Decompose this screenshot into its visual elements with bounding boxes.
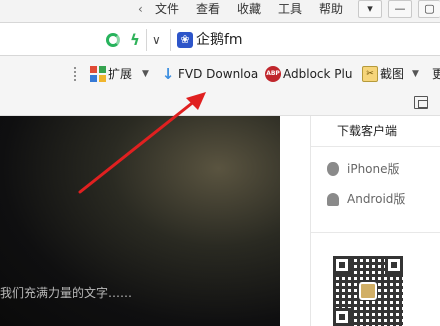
toolbar-grip[interactable] (73, 66, 77, 82)
sidebar-toggle-icon[interactable] (414, 96, 428, 109)
maximize-button[interactable]: ▢ (418, 0, 440, 18)
separator (170, 29, 171, 51)
lightning-icon[interactable]: ϟ (128, 33, 142, 48)
secondary-toolbar (0, 92, 440, 116)
divider (311, 146, 440, 147)
qr-finder (385, 256, 403, 274)
skin-button[interactable]: ▾ (358, 0, 382, 18)
extensions-toolbar: 扩展 ▼ ↓ FVD Downloa ABP Adblock Plu ✂ 截图 … (0, 56, 440, 92)
fvd-label: FVD Downloa (178, 67, 259, 81)
adblock-label: Adblock Plu (283, 67, 353, 81)
menu-view[interactable]: 查看 (196, 2, 220, 16)
screenshot-button[interactable]: ✂ 截图 ▼ (362, 64, 426, 84)
address-text[interactable]: 企鹅fm (196, 31, 243, 49)
video-player[interactable]: 我们充满力量的文字…… (0, 116, 280, 326)
chevron-left-icon[interactable]: ‹ (138, 2, 148, 16)
menu-help[interactable]: 帮助 (319, 2, 343, 16)
scissors-icon: ✂ (362, 66, 378, 82)
dropdown-arrow-icon[interactable]: ▼ (412, 66, 419, 82)
apple-icon (327, 162, 339, 176)
android-label: Android版 (347, 192, 406, 206)
download-title: 下载客户端 (337, 124, 398, 138)
fvd-downloader-button[interactable]: ↓ FVD Downloa (160, 64, 260, 84)
shirt-icon: ▾ (367, 2, 373, 15)
qr-code (333, 256, 403, 326)
paw-icon: ❀ (177, 32, 193, 48)
extensions-icon (90, 66, 106, 82)
menu-favorites[interactable]: 收藏 (237, 2, 261, 16)
minimize-button[interactable]: — (388, 0, 412, 18)
content-gap (280, 116, 310, 326)
maximize-icon: ▢ (424, 2, 435, 15)
adblock-plus-button[interactable]: ABP Adblock Plu (265, 64, 357, 84)
address-bar: ϟ ∨ ❀ 企鹅fm (0, 22, 440, 56)
iphone-label: iPhone版 (347, 162, 400, 176)
refresh-icon[interactable] (106, 33, 120, 47)
qr-finder (333, 308, 351, 326)
menu-bar: ‹ 文件 查看 收藏 工具 帮助 ▾ — ▢ (0, 0, 440, 20)
download-arrow-icon: ↓ (161, 65, 175, 83)
menu-file[interactable]: 文件 (155, 2, 179, 16)
dropdown-arrow-icon[interactable]: ▼ (142, 66, 149, 82)
divider (311, 232, 440, 233)
minimize-icon: — (394, 2, 406, 15)
download-panel: 下载客户端 iPhone版 Android版 (310, 116, 440, 326)
more-label[interactable]: 更 (432, 66, 440, 82)
extensions-label: 扩展 (108, 67, 133, 81)
qr-logo (359, 282, 377, 300)
extensions-button[interactable]: 扩展 ▼ (90, 64, 152, 84)
screenshot-label: 截图 (380, 67, 405, 81)
separator (146, 29, 147, 51)
adblock-icon: ABP (265, 66, 281, 82)
chevron-down-icon[interactable]: ∨ (152, 33, 166, 47)
qr-finder (333, 256, 351, 274)
video-caption: 我们充满力量的文字…… (0, 286, 133, 300)
android-icon (327, 193, 339, 206)
menu-tools[interactable]: 工具 (278, 2, 302, 16)
